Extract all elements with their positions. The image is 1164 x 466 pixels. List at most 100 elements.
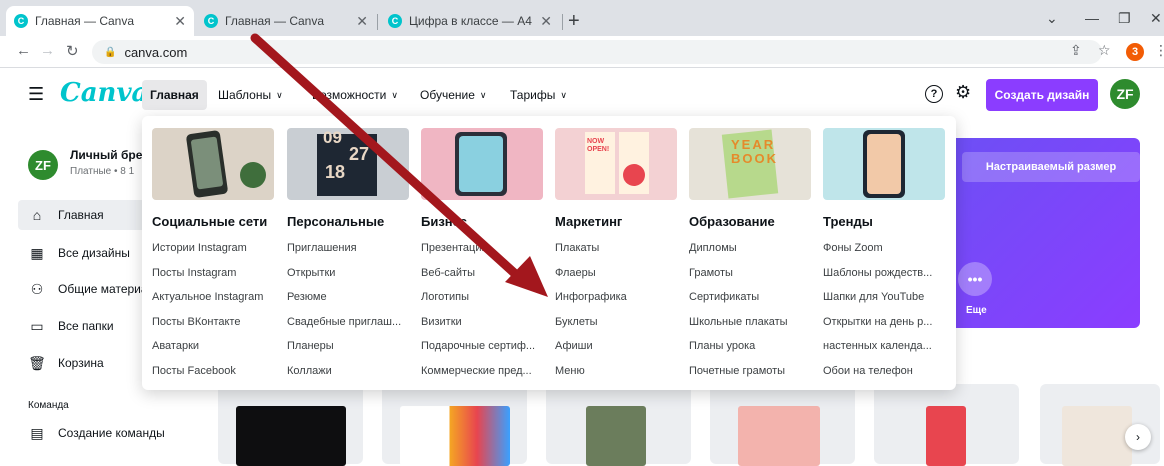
new-tab-icon[interactable]: + bbox=[568, 10, 580, 33]
template-link[interactable]: Почетные грамоты bbox=[689, 359, 821, 384]
nav-features[interactable]: Возможности ∨ bbox=[304, 80, 406, 110]
design-card[interactable] bbox=[382, 384, 527, 466]
template-link[interactable]: Фоны Zoom bbox=[823, 236, 955, 261]
category-column-trends: Тренды Фоны Zoom Шаблоны рождеств... Шап… bbox=[823, 128, 955, 383]
avatar[interactable]: ZF bbox=[1110, 79, 1140, 109]
design-card[interactable] bbox=[710, 384, 855, 466]
category-title[interactable]: Персональные bbox=[287, 214, 419, 232]
template-link[interactable]: Инфографика bbox=[555, 285, 687, 310]
template-link[interactable]: Резюме bbox=[287, 285, 419, 310]
create-design-button[interactable]: Создать дизайн bbox=[986, 79, 1098, 111]
menu-kebab-icon[interactable]: ⋮ bbox=[1154, 42, 1164, 59]
restore-icon[interactable]: ❐ bbox=[1118, 10, 1131, 27]
template-link[interactable]: Планеры bbox=[287, 334, 419, 359]
trends-thumbnail[interactable] bbox=[823, 128, 945, 200]
template-link[interactable]: Приглашения bbox=[287, 236, 419, 261]
gear-icon[interactable]: ⚙ bbox=[955, 82, 971, 103]
category-title[interactable]: Маркетинг bbox=[555, 214, 687, 232]
custom-size-button[interactable]: Настраиваемый размер bbox=[962, 152, 1140, 182]
nav-learn[interactable]: Обучение ∨ bbox=[412, 80, 494, 110]
plant-shape bbox=[240, 162, 266, 188]
marketing-thumbnail[interactable]: NOW OPEN! bbox=[555, 128, 677, 200]
carousel-next-icon[interactable]: › bbox=[1125, 424, 1151, 450]
reload-icon[interactable]: ↻ bbox=[66, 42, 79, 60]
template-link[interactable]: Грамоты bbox=[689, 261, 821, 286]
template-link[interactable]: Свадебные приглаш... bbox=[287, 310, 419, 335]
template-link[interactable]: Посты ВКонтакте bbox=[152, 310, 284, 335]
template-link[interactable]: Коммерческие пред... bbox=[421, 359, 553, 384]
design-thumbnail bbox=[1062, 406, 1132, 466]
nav-home-label: Главная bbox=[150, 88, 199, 102]
social-thumbnail[interactable] bbox=[152, 128, 274, 200]
template-link[interactable]: Посты Facebook bbox=[152, 359, 284, 384]
close-tab-icon[interactable]: ✕ bbox=[540, 13, 552, 30]
close-tab-icon[interactable]: ✕ bbox=[356, 13, 368, 30]
browser-tab-2[interactable]: C Главная — Canva ✕ bbox=[196, 6, 376, 36]
personal-thumbnail[interactable]: 09 27 18 bbox=[287, 128, 409, 200]
template-link[interactable]: Открытки на день р... bbox=[823, 310, 955, 335]
forward-icon[interactable]: → bbox=[40, 42, 55, 59]
template-link[interactable]: Визитки bbox=[421, 310, 553, 335]
template-link[interactable]: Обои на телефон bbox=[823, 359, 955, 384]
education-thumbnail[interactable]: YEAR BOOK bbox=[689, 128, 811, 200]
template-link[interactable]: Шапки для YouTube bbox=[823, 285, 955, 310]
business-thumbnail[interactable] bbox=[421, 128, 543, 200]
category-title[interactable]: Тренды bbox=[823, 214, 955, 232]
template-link[interactable]: Школьные плакаты bbox=[689, 310, 821, 335]
url-field[interactable]: 🔒 canva.com bbox=[92, 40, 1102, 64]
template-link[interactable]: Шаблоны рождеств... bbox=[823, 261, 955, 286]
sidebar-item-create-team[interactable]: ▤ Создание команды bbox=[18, 418, 206, 448]
template-link[interactable]: Сертификаты bbox=[689, 285, 821, 310]
category-title[interactable]: Бизнес bbox=[421, 214, 553, 232]
template-link[interactable]: Флаеры bbox=[555, 261, 687, 286]
browser-tab-1[interactable]: C Главная — Canva ✕ bbox=[6, 6, 194, 36]
share-icon[interactable]: ⇪ bbox=[1070, 42, 1082, 59]
bookmark-star-icon[interactable]: ☆ bbox=[1098, 42, 1111, 59]
minimize-icon[interactable]: — bbox=[1085, 10, 1099, 26]
template-link[interactable]: Дипломы bbox=[689, 236, 821, 261]
template-link[interactable]: Веб-сайты bbox=[421, 261, 553, 286]
extension-badge[interactable]: 3 bbox=[1126, 43, 1144, 61]
nav-templates[interactable]: Шаблоны ∨ bbox=[210, 80, 291, 110]
template-link[interactable]: Афиши bbox=[555, 334, 687, 359]
trash-icon: 🗑 bbox=[28, 354, 46, 371]
more-dots-icon[interactable]: ••• bbox=[958, 262, 992, 296]
nav-home[interactable]: Главная bbox=[142, 80, 207, 110]
browser-tab-3[interactable]: C Цифра в классе — A4 ✕ bbox=[380, 6, 560, 36]
tab-separator bbox=[562, 14, 563, 30]
template-link[interactable]: Презентации bbox=[421, 236, 553, 261]
account-avatar[interactable]: ZF bbox=[28, 150, 58, 180]
canva-logo[interactable]: Canva bbox=[60, 78, 148, 108]
template-link[interactable]: Коллажи bbox=[287, 359, 419, 384]
template-link[interactable]: Аватарки bbox=[152, 334, 284, 359]
design-card[interactable] bbox=[218, 384, 363, 466]
design-card[interactable] bbox=[546, 384, 691, 466]
template-link[interactable]: Посты Instagram bbox=[152, 261, 284, 286]
team-icon: ▤ bbox=[30, 424, 44, 441]
design-card[interactable] bbox=[874, 384, 1019, 466]
template-link[interactable]: Логотипы bbox=[421, 285, 553, 310]
back-icon[interactable]: ← bbox=[16, 42, 31, 59]
template-link[interactable]: настенных календа... bbox=[823, 334, 955, 359]
template-link[interactable]: Плакаты bbox=[555, 236, 687, 261]
close-window-icon[interactable]: ✕ bbox=[1150, 10, 1162, 27]
template-link[interactable]: Планы урока bbox=[689, 334, 821, 359]
tab-search-icon[interactable]: ⌄ bbox=[1046, 10, 1058, 27]
nav-pricing[interactable]: Тарифы ∨ bbox=[502, 80, 575, 110]
help-icon[interactable]: ? bbox=[925, 85, 943, 103]
category-title[interactable]: Социальные сети bbox=[152, 214, 284, 232]
close-tab-icon[interactable]: ✕ bbox=[174, 13, 186, 30]
template-link[interactable]: Буклеты bbox=[555, 310, 687, 335]
tab-separator bbox=[377, 14, 378, 30]
template-link[interactable]: Подарочные сертиф... bbox=[421, 334, 553, 359]
category-column-personal: 09 27 18 Персональные Приглашения Открыт… bbox=[287, 128, 419, 383]
thumb-text: 09 bbox=[323, 128, 342, 147]
template-link[interactable]: Меню bbox=[555, 359, 687, 384]
design-thumbnail bbox=[236, 406, 346, 466]
category-title[interactable]: Образование bbox=[689, 214, 821, 232]
hamburger-menu-icon[interactable]: ☰ bbox=[28, 84, 44, 105]
template-link[interactable]: Актуальное Instagram bbox=[152, 285, 284, 310]
template-link[interactable]: Истории Instagram bbox=[152, 236, 284, 261]
template-link[interactable]: Открытки bbox=[287, 261, 419, 286]
account-name[interactable]: Личный брен bbox=[70, 148, 150, 162]
